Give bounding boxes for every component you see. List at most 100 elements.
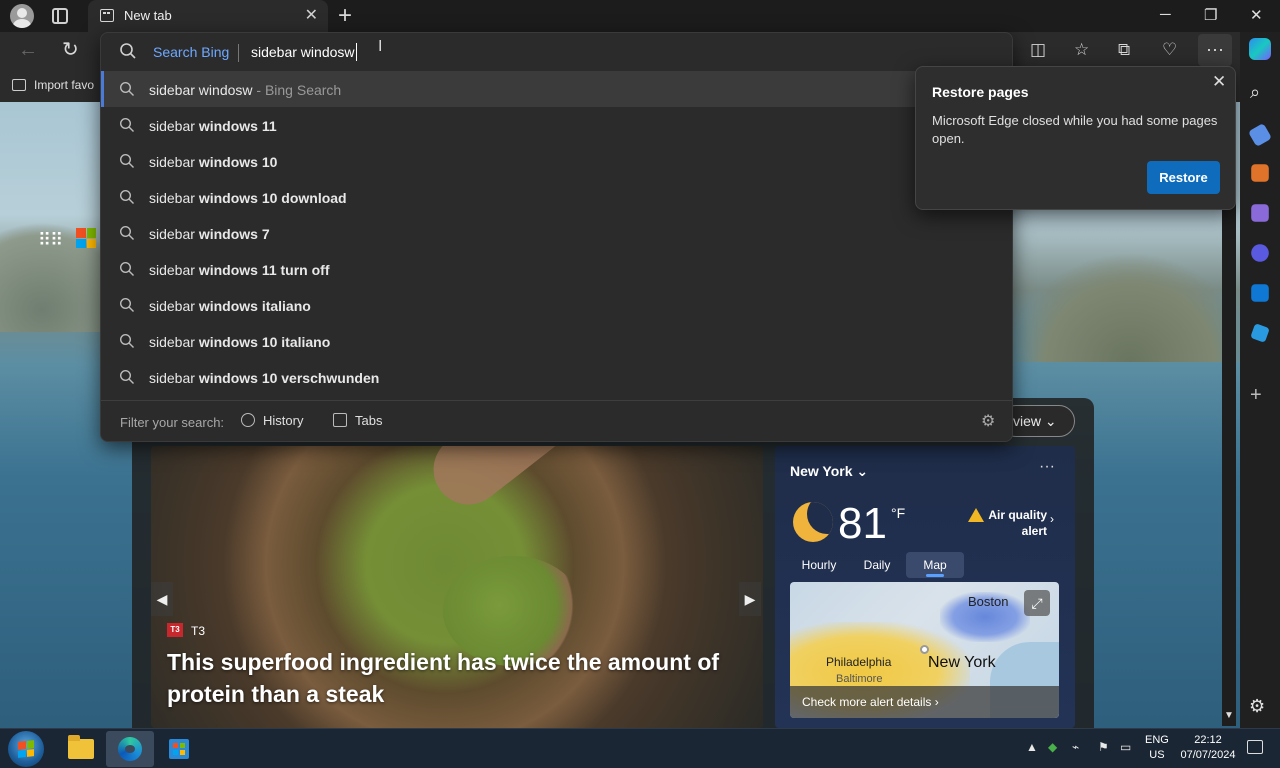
shopping-tag-icon[interactable] xyxy=(1247,122,1273,148)
suggestion-item[interactable]: sidebar windows 11 turn off xyxy=(101,251,1012,287)
file-explorer-taskbar-button[interactable] xyxy=(56,731,104,767)
search-settings-gear-icon[interactable]: ⚙ xyxy=(981,411,995,431)
suggestion-prefix: sidebar xyxy=(149,118,199,134)
action-center-flag-icon[interactable]: ⚑ xyxy=(1098,740,1109,754)
filter-history-button[interactable]: History xyxy=(241,413,303,428)
suggestion-text: sidebar windows 10 verschwunden xyxy=(149,370,379,386)
suggestion-item[interactable]: sidebar windows 7 xyxy=(101,215,1012,251)
address-input[interactable]: sidebar windosw xyxy=(251,44,751,60)
scroll-down-arrow-icon[interactable]: ▼ xyxy=(1224,710,1234,721)
import-icon xyxy=(12,79,26,91)
suggestion-completion: windows 10 xyxy=(198,154,278,170)
import-favorites-link[interactable]: Import favo xyxy=(12,78,94,92)
sidebar-settings-gear-icon[interactable]: ⚙ xyxy=(1249,696,1265,717)
network-icon[interactable]: ⌁ xyxy=(1072,740,1079,754)
edge-taskbar-button[interactable] xyxy=(106,731,154,767)
alert-details-link[interactable]: Check more alert details › xyxy=(790,686,1059,718)
add-sidebar-app-icon[interactable]: + xyxy=(1250,384,1262,407)
suggestion-item[interactable]: sidebar windows 10 italiano xyxy=(101,323,1012,359)
tools-briefcase-icon[interactable] xyxy=(1251,164,1269,182)
suggestion-completion: windows 10 download xyxy=(198,190,347,206)
back-arrow-icon[interactable]: ← xyxy=(18,39,38,62)
carousel-next-arrow-icon[interactable]: ▶ xyxy=(739,582,761,616)
notification-icon[interactable] xyxy=(1247,740,1263,754)
split-screen-icon[interactable]: ◫ xyxy=(1030,40,1046,60)
map-label-baltimore: Baltimore xyxy=(836,673,883,685)
suggestion-item[interactable]: sidebar windosw - Bing Search xyxy=(101,71,1012,107)
article-source: T3 xyxy=(191,624,206,638)
tab-new-tab[interactable]: New tab ✕ xyxy=(88,0,328,32)
expand-map-icon[interactable]: ⤢ xyxy=(1024,590,1050,616)
tab-daily[interactable]: Daily xyxy=(848,552,906,578)
map-label-boston: Boston xyxy=(968,594,1009,609)
suggestion-item[interactable]: sidebar windows 10 download xyxy=(101,179,1012,215)
tab-actions-icon[interactable] xyxy=(52,8,68,24)
suggestion-item[interactable]: sidebar windows 11 xyxy=(101,107,1012,143)
history-icon xyxy=(241,413,255,427)
suggestion-hint: - Bing Search xyxy=(252,82,342,98)
tab-hourly[interactable]: Hourly xyxy=(790,552,848,578)
tab-title: New tab xyxy=(124,8,172,23)
input-language-indicator[interactable]: ENG US xyxy=(1145,733,1169,763)
app-launcher-grid-icon[interactable]: ⠿⠿ xyxy=(38,230,63,251)
edge-sidebar: ⌕ + ⚙ xyxy=(1240,32,1280,728)
source-logo: T3 xyxy=(167,623,183,637)
filter-tabs-label: Tabs xyxy=(355,413,383,428)
weather-location[interactable]: New York ⌄ xyxy=(790,463,868,480)
games-icon[interactable] xyxy=(1251,204,1269,222)
store-taskbar-button[interactable] xyxy=(155,731,203,767)
weather-map[interactable]: Boston Philadelphia Baltimore New York ⤢… xyxy=(790,582,1059,718)
start-button-windows-logo-icon[interactable] xyxy=(8,731,44,767)
suggestion-text: sidebar windows italiano xyxy=(149,298,311,314)
search-icon[interactable]: ⌕ xyxy=(1250,82,1260,103)
article-headline[interactable]: This superfood ingredient has twice the … xyxy=(167,646,747,710)
suggestion-completion: windows 11 xyxy=(198,118,277,134)
minimize-icon[interactable]: ─ xyxy=(1160,6,1171,23)
system-clock[interactable]: 22:12 07/07/2024 xyxy=(1178,733,1238,763)
new-tab-plus-icon[interactable]: + xyxy=(338,2,352,30)
refresh-icon[interactable]: ↻ xyxy=(62,37,79,62)
filter-tabs-button[interactable]: Tabs xyxy=(333,413,382,428)
weather-more-icon[interactable]: ··· xyxy=(1039,458,1055,476)
show-hidden-icons-icon[interactable]: ▲ xyxy=(1026,740,1038,754)
chevron-down-icon: ⌄ xyxy=(1044,413,1057,429)
outlook-icon[interactable] xyxy=(1251,284,1269,302)
tab-map[interactable]: Map xyxy=(906,552,964,578)
copilot-icon[interactable] xyxy=(1249,38,1271,60)
search-icon xyxy=(119,81,134,96)
suggestion-prefix: sidebar xyxy=(149,370,199,386)
suggestion-item[interactable]: sidebar windows italiano xyxy=(101,287,1012,323)
close-window-icon[interactable]: ✕ xyxy=(1250,6,1263,24)
collections-icon[interactable]: ⧉ xyxy=(1118,40,1130,60)
favorites-star-icon[interactable]: ☆ xyxy=(1074,40,1089,60)
microsoft-logo-icon xyxy=(76,228,96,248)
security-shield-icon[interactable]: ◆ xyxy=(1048,740,1057,754)
air-quality-alert-link[interactable]: Air quality alert xyxy=(985,507,1047,539)
close-tab-icon[interactable]: ✕ xyxy=(305,5,318,25)
suggestion-item[interactable]: sidebar windows 10 verschwunden xyxy=(101,359,1012,395)
search-icon xyxy=(120,43,136,59)
carousel-prev-arrow-icon[interactable]: ◀ xyxy=(151,582,173,616)
background-hill xyxy=(1010,252,1240,362)
temperature-unit: °F xyxy=(891,505,906,521)
profile-avatar-icon[interactable] xyxy=(10,4,34,28)
browser-essentials-icon[interactable]: ♡ xyxy=(1162,40,1177,60)
restore-window-icon[interactable]: ❐ xyxy=(1204,6,1217,24)
microsoft-365-icon[interactable] xyxy=(1251,244,1269,262)
folder-icon xyxy=(68,735,94,759)
send-paper-plane-icon[interactable] xyxy=(1250,323,1270,343)
suggestion-item[interactable]: sidebar windows 10 xyxy=(101,143,1012,179)
new-tab-page-icon xyxy=(100,9,114,22)
restore-popup-title: Restore pages xyxy=(932,84,1029,100)
close-icon[interactable]: ✕ xyxy=(1212,72,1226,92)
region-code: US xyxy=(1149,749,1165,761)
article-card[interactable]: ◀ ▶ T3 T3 This superfood ingredient has … xyxy=(151,446,763,728)
settings-more-button[interactable]: ··· xyxy=(1198,34,1232,66)
search-icon xyxy=(119,333,134,348)
text-caret xyxy=(356,43,357,61)
search-icon xyxy=(119,189,134,204)
restore-button[interactable]: Restore xyxy=(1147,161,1220,194)
search-engine-label: Search Bing xyxy=(153,44,230,60)
address-bar[interactable]: Search Bing sidebar windosw I xyxy=(101,33,1012,71)
display-icon[interactable]: ▭ xyxy=(1120,740,1131,754)
